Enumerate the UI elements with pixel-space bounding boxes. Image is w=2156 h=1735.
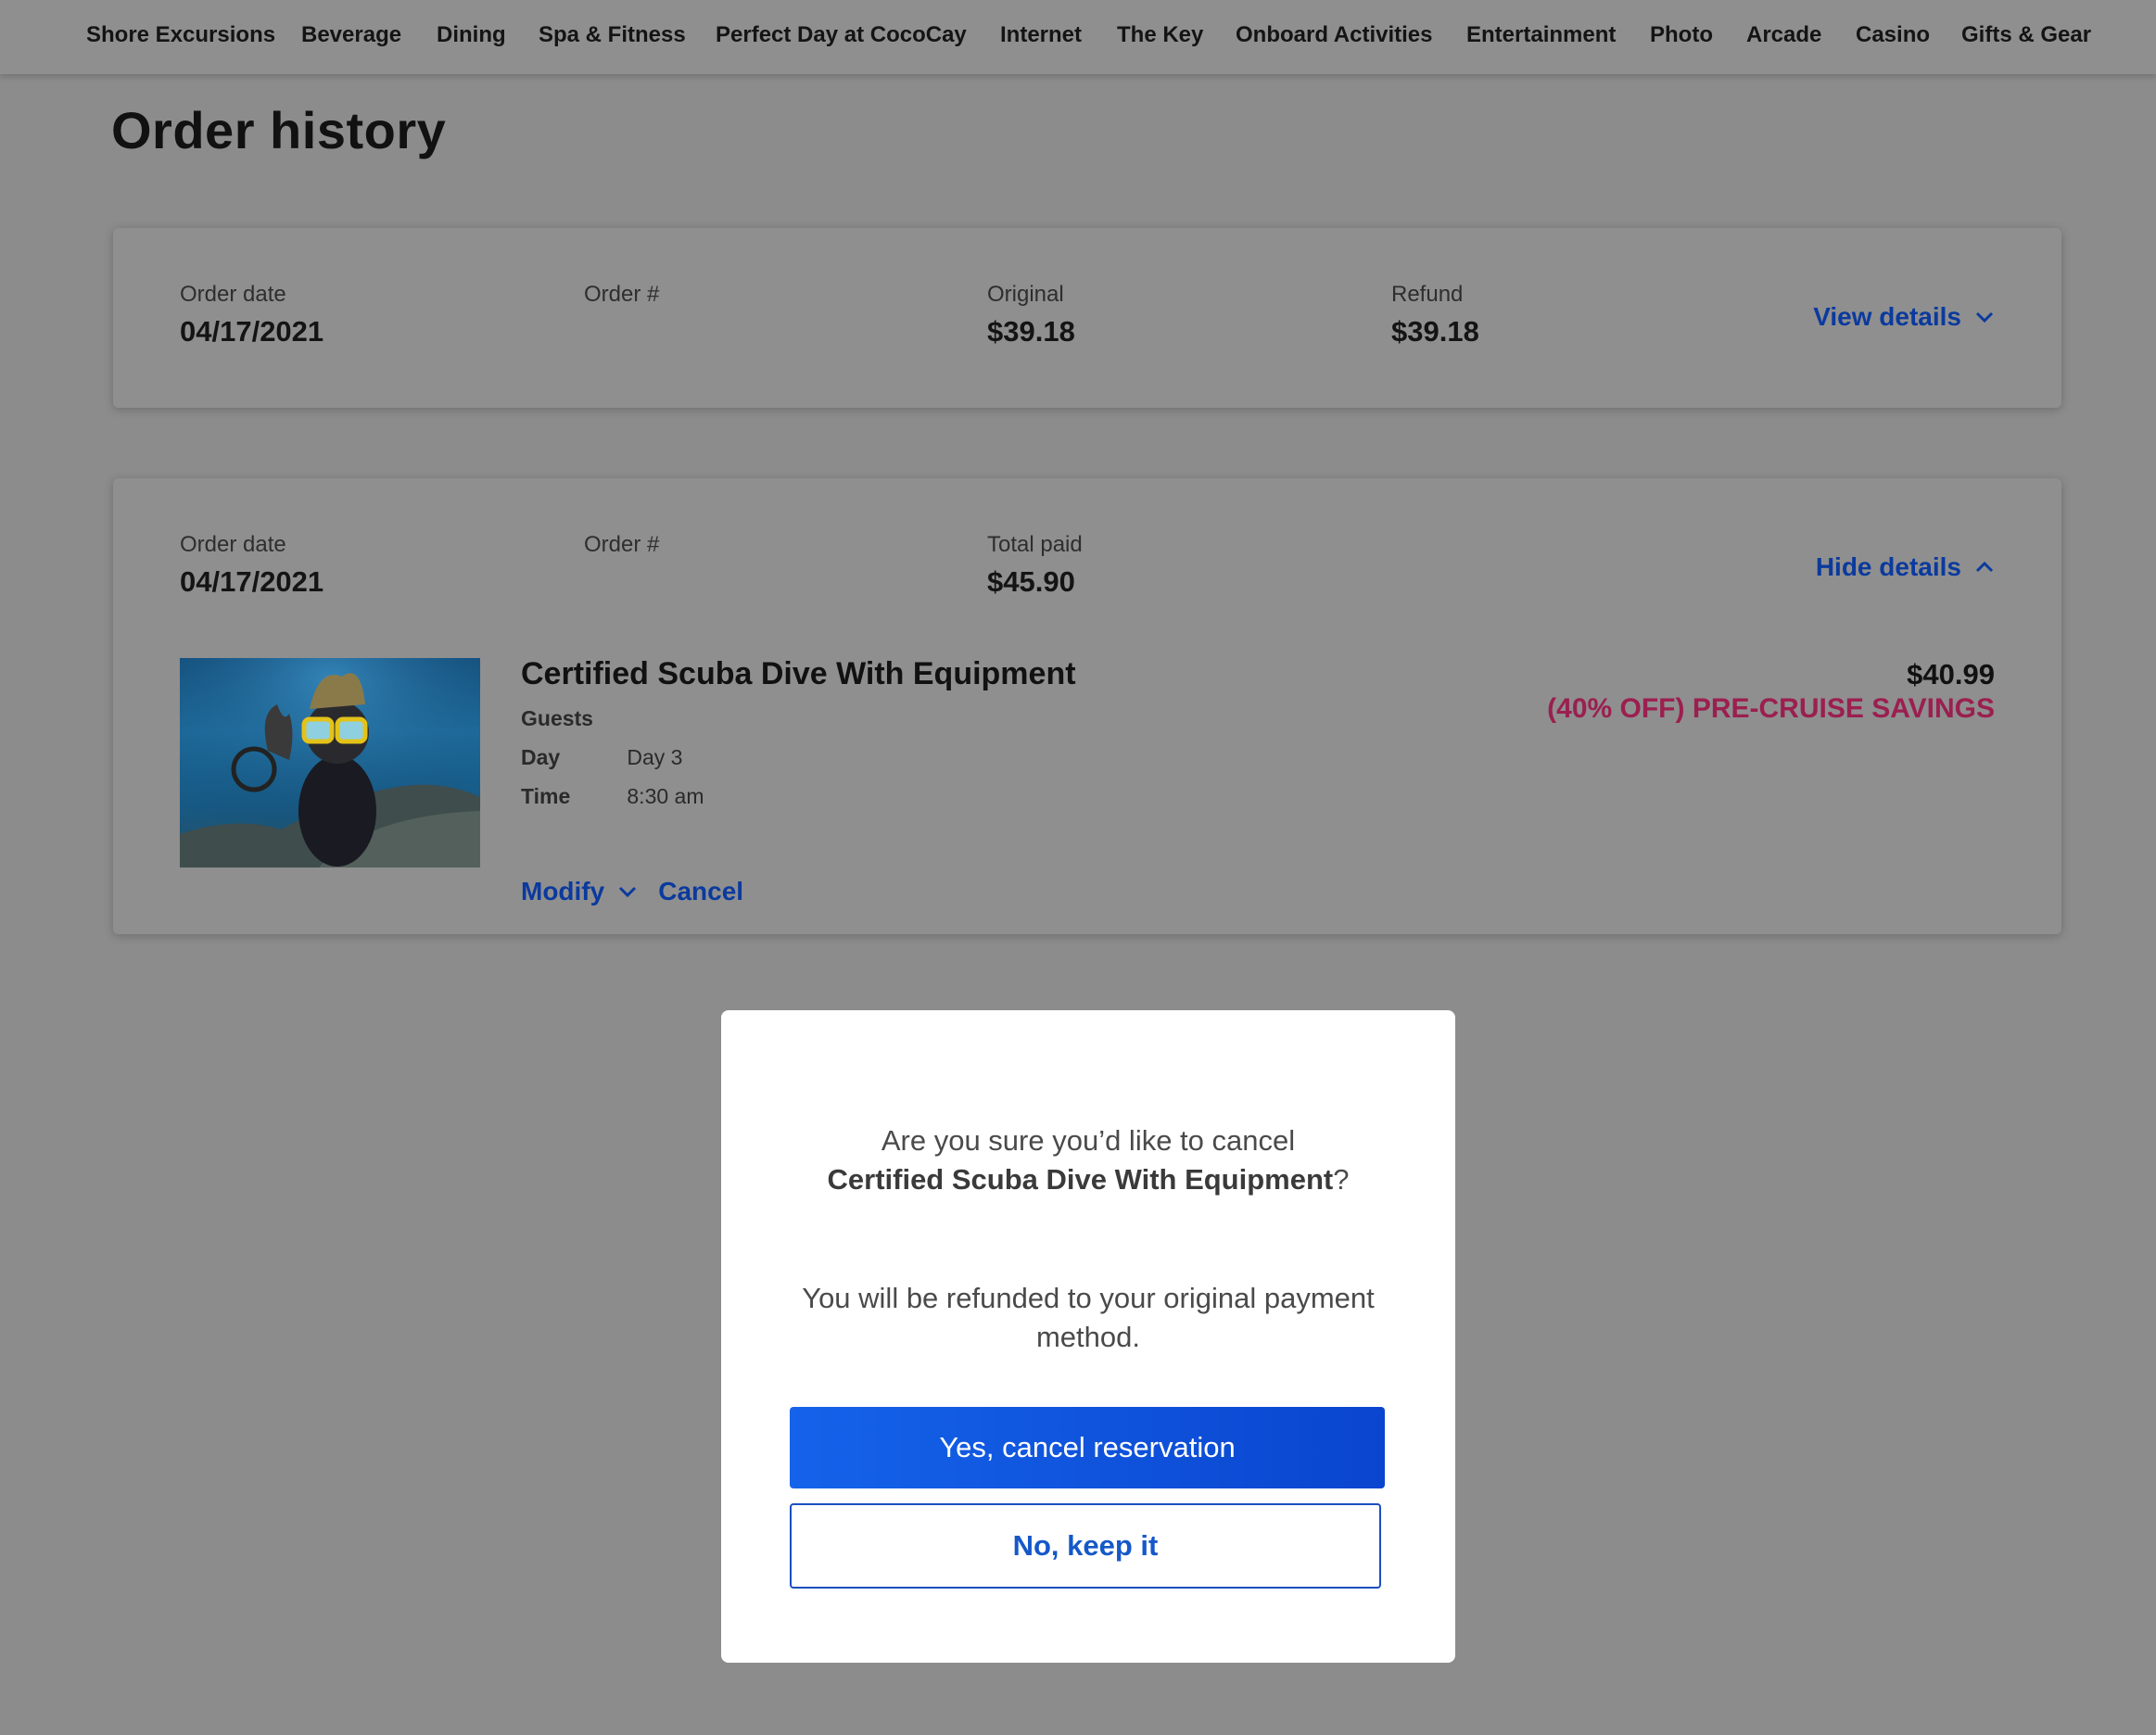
view-details-label: View details xyxy=(1813,302,1961,331)
order-number-label: Order # xyxy=(584,282,660,307)
savings-label: (40% OFF) PRE-CRUISE SAVINGS xyxy=(1547,693,1995,724)
cancel-link[interactable]: Cancel xyxy=(658,877,743,906)
nav-casino[interactable]: Casino xyxy=(1856,22,1930,48)
order-date-value: 04/17/2021 xyxy=(180,315,324,348)
top-navigation: Shore Excursions Beverage Dining Spa & F… xyxy=(0,0,2156,74)
chevron-up-icon xyxy=(1975,561,1994,573)
view-details-button[interactable]: View details xyxy=(1813,302,1995,332)
time-label: Time xyxy=(521,784,571,808)
cancel-confirmation-modal: Are you sure you’d like to cancel Certif… xyxy=(721,1010,1455,1663)
refund-label: Refund xyxy=(1391,282,1464,307)
nav-dining[interactable]: Dining xyxy=(437,22,506,48)
order-date-field: Order date 04/17/2021 xyxy=(180,282,323,348)
day-row: Day Day 3 xyxy=(521,745,682,770)
nav-internet[interactable]: Internet xyxy=(1000,22,1082,48)
hide-details-button[interactable]: Hide details xyxy=(1816,552,1995,582)
nav-shore-excursions[interactable]: Shore Excursions xyxy=(86,22,275,48)
item-price: $40.99 xyxy=(1907,658,1995,690)
order-date-field: Order date 04/17/2021 xyxy=(180,532,323,599)
excursion-image xyxy=(180,658,480,868)
order-card: Order date 04/17/2021 Order # Original $… xyxy=(113,228,2061,408)
time-value: 8:30 am xyxy=(627,784,704,808)
day-label: Day xyxy=(521,745,561,769)
total-paid-label: Total paid xyxy=(987,532,1083,557)
nav-spa-fitness[interactable]: Spa & Fitness xyxy=(539,22,686,48)
original-label: Original xyxy=(987,282,1064,307)
chevron-down-icon xyxy=(619,886,637,898)
total-paid-field: Total paid $45.90 xyxy=(987,532,1083,599)
guests-row: Guests xyxy=(521,706,621,731)
question-suffix: ? xyxy=(1333,1163,1350,1196)
order-date-label: Order date xyxy=(180,532,286,557)
cancel-question: Are you sure you’d like to cancel Certif… xyxy=(777,1121,1400,1199)
nav-entertainment[interactable]: Entertainment xyxy=(1466,22,1616,48)
refund-value: $39.18 xyxy=(1391,315,1479,348)
nav-arcade[interactable]: Arcade xyxy=(1746,22,1821,48)
modify-button[interactable]: Modify xyxy=(521,877,638,906)
hide-details-label: Hide details xyxy=(1815,552,1961,581)
time-row: Time 8:30 am xyxy=(521,784,704,809)
keep-reservation-button[interactable]: No, keep it xyxy=(790,1503,1381,1589)
order-card-expanded: Order date 04/17/2021 Order # Total paid… xyxy=(113,478,2061,934)
nav-beverage[interactable]: Beverage xyxy=(301,22,401,48)
excursion-title: Certified Scuba Dive With Equipment xyxy=(521,656,1076,691)
confirm-cancel-button[interactable]: Yes, cancel reservation xyxy=(790,1407,1385,1488)
order-number-label: Order # xyxy=(584,532,660,557)
item-actions: Modify Cancel xyxy=(521,877,743,906)
guests-label: Guests xyxy=(521,706,593,730)
modify-label: Modify xyxy=(521,877,605,905)
refund-field: Refund $39.18 xyxy=(1391,282,1479,348)
nav-onboard-activities[interactable]: Onboard Activities xyxy=(1236,22,1432,48)
nav-perfect-day[interactable]: Perfect Day at CocoCay xyxy=(716,22,967,48)
nav-gifts-gear[interactable]: Gifts & Gear xyxy=(1961,22,2091,48)
order-number-field: Order # xyxy=(584,282,659,315)
refund-info: You will be refunded to your original pa… xyxy=(802,1282,1375,1353)
scuba-diver-illustration xyxy=(180,658,480,868)
order-number-field: Order # xyxy=(584,532,659,565)
nav-the-key[interactable]: The Key xyxy=(1117,22,1203,48)
total-paid-value: $45.90 xyxy=(987,565,1075,598)
chevron-down-icon xyxy=(1975,311,1994,323)
original-field: Original $39.18 xyxy=(987,282,1075,348)
nav-photo[interactable]: Photo xyxy=(1650,22,1713,48)
order-date-label: Order date xyxy=(180,282,286,307)
original-value: $39.18 xyxy=(987,315,1075,348)
question-prefix: Are you sure you’d like to cancel xyxy=(881,1124,1296,1157)
question-item-name: Certified Scuba Dive With Equipment xyxy=(827,1163,1334,1196)
order-date-value: 04/17/2021 xyxy=(180,565,324,598)
page-title: Order history xyxy=(111,101,447,159)
day-value: Day 3 xyxy=(627,745,683,769)
